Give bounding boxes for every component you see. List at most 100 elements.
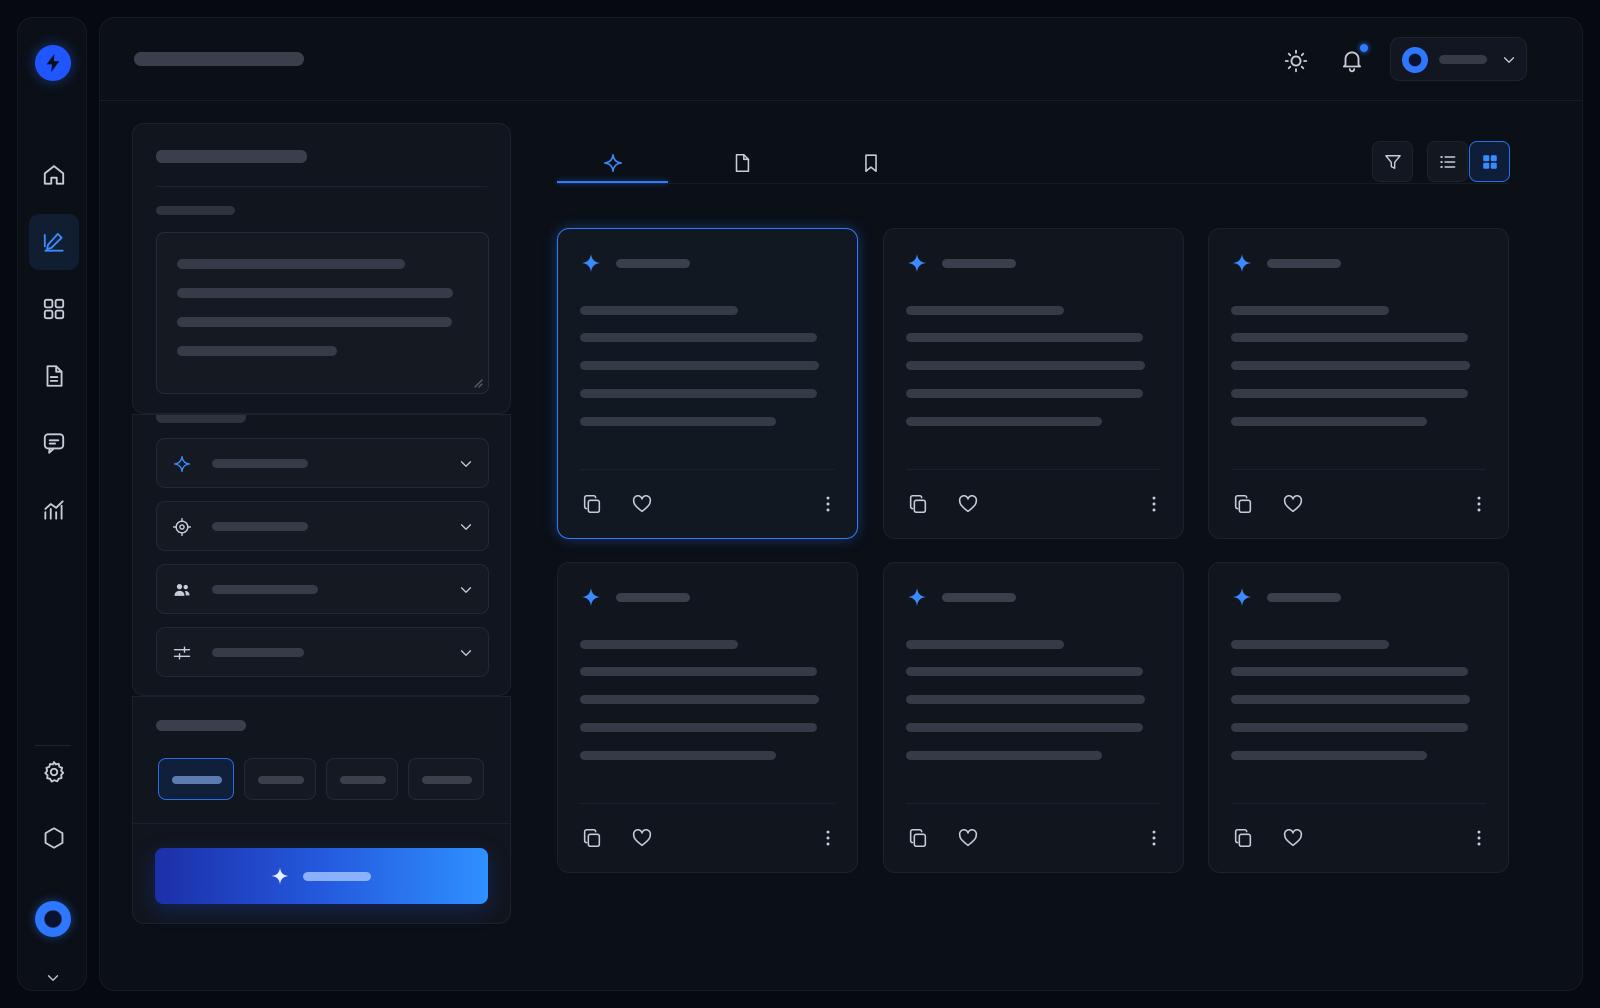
sidebar-item-extensions[interactable]: [29, 810, 79, 866]
filter-icon: [1384, 154, 1401, 169]
length-option[interactable]: [326, 758, 398, 800]
more-options-button[interactable]: [1467, 826, 1491, 850]
document-icon: [46, 365, 63, 387]
result-card-line: [580, 723, 817, 732]
tone-select[interactable]: [156, 438, 489, 488]
grid-view-button[interactable]: [1469, 141, 1510, 182]
result-card-line: [906, 333, 1143, 342]
result-card[interactable]: [557, 562, 858, 873]
result-card-line: [580, 417, 776, 426]
generate-button[interactable]: [155, 848, 488, 904]
heart-icon: [1283, 829, 1303, 847]
copy-icon: [583, 828, 601, 848]
heart-icon: [632, 495, 652, 513]
result-card-title: [1267, 259, 1341, 268]
copy-button[interactable]: [906, 492, 930, 516]
more-options-button[interactable]: [816, 492, 840, 516]
result-card-title: [942, 259, 1016, 268]
rail-expand-button[interactable]: [43, 968, 63, 988]
user-avatar[interactable]: [35, 901, 71, 937]
result-card-line: [1231, 695, 1470, 704]
copy-button[interactable]: [1231, 826, 1255, 850]
more-vertical-icon: [1477, 830, 1481, 846]
result-card[interactable]: [1208, 562, 1509, 873]
list-view-button[interactable]: [1427, 141, 1468, 182]
more-options-button[interactable]: [1467, 492, 1491, 516]
more-vertical-icon: [1152, 496, 1156, 512]
sidebar-item-chat[interactable]: [29, 415, 79, 471]
like-button[interactable]: [956, 492, 980, 516]
copy-button[interactable]: [1231, 492, 1255, 516]
sidebar-item-settings[interactable]: [29, 744, 79, 800]
sparkle-icon: [581, 587, 601, 607]
copy-button[interactable]: [580, 826, 604, 850]
sliders-icon: [173, 646, 191, 660]
theme-toggle-button[interactable]: [1281, 46, 1311, 76]
card-divider: [580, 803, 835, 804]
copy-icon: [909, 494, 927, 514]
sidebar-item-editor[interactable]: [29, 214, 79, 270]
sidebar-item-home[interactable]: [29, 147, 79, 203]
like-button[interactable]: [630, 492, 654, 516]
filter-button[interactable]: [1372, 141, 1413, 182]
copy-button[interactable]: [906, 826, 930, 850]
result-card-line: [906, 695, 1145, 704]
hexagon-icon: [44, 827, 64, 849]
advanced-select[interactable]: [156, 627, 489, 677]
chevron-down-icon: [460, 524, 472, 530]
audience-select[interactable]: [156, 564, 489, 614]
like-button[interactable]: [956, 826, 980, 850]
more-vertical-icon: [826, 830, 830, 846]
target-icon: [172, 517, 192, 537]
length-option[interactable]: [158, 758, 234, 800]
like-button[interactable]: [1281, 826, 1305, 850]
document-icon: [735, 153, 749, 173]
result-card-line: [580, 389, 817, 398]
sparkle-icon: [603, 153, 622, 173]
tab-saved[interactable]: [815, 143, 926, 183]
prompt-line: [177, 259, 405, 269]
sidebar-item-apps[interactable]: [29, 281, 79, 337]
length-option-label: [258, 776, 304, 784]
more-options-button[interactable]: [1142, 826, 1166, 850]
composer-heading: [156, 150, 307, 163]
more-options-button[interactable]: [1142, 492, 1166, 516]
result-card[interactable]: [1208, 228, 1509, 539]
resize-handle-icon[interactable]: [471, 376, 483, 388]
chevron-down-icon: [460, 461, 472, 467]
copy-icon: [909, 828, 927, 848]
prompt-textarea[interactable]: [156, 232, 489, 394]
length-option[interactable]: [408, 758, 484, 800]
generate-button-label: [303, 872, 371, 881]
list-icon: [1439, 155, 1455, 168]
tab-documents[interactable]: [686, 143, 797, 183]
result-card-line: [1231, 751, 1427, 760]
tab-generated[interactable]: [557, 143, 668, 183]
user-menu[interactable]: [1390, 37, 1527, 81]
more-options-button[interactable]: [816, 826, 840, 850]
app-logo[interactable]: [35, 45, 71, 81]
copy-icon: [1234, 828, 1252, 848]
result-card-line: [1231, 417, 1427, 426]
sun-icon: [1284, 49, 1308, 73]
card-divider: [156, 186, 487, 187]
goal-select[interactable]: [156, 501, 489, 551]
sidebar-item-documents[interactable]: [29, 348, 79, 404]
result-card[interactable]: [883, 228, 1184, 539]
users-icon: [174, 584, 190, 596]
result-card[interactable]: [883, 562, 1184, 873]
like-button[interactable]: [630, 826, 654, 850]
sparkle-icon: [581, 253, 601, 273]
sidebar-rail: [17, 17, 87, 991]
sidebar-item-analytics[interactable]: [29, 482, 79, 538]
active-tab-indicator: [557, 181, 668, 183]
like-button[interactable]: [1281, 492, 1305, 516]
result-card[interactable]: [557, 228, 858, 539]
sparkle-icon: [173, 455, 191, 473]
result-card-line: [580, 667, 817, 676]
sparkle-icon: [907, 253, 927, 273]
result-card-line: [906, 389, 1143, 398]
result-card-line: [906, 723, 1143, 732]
length-option[interactable]: [244, 758, 316, 800]
copy-button[interactable]: [580, 492, 604, 516]
